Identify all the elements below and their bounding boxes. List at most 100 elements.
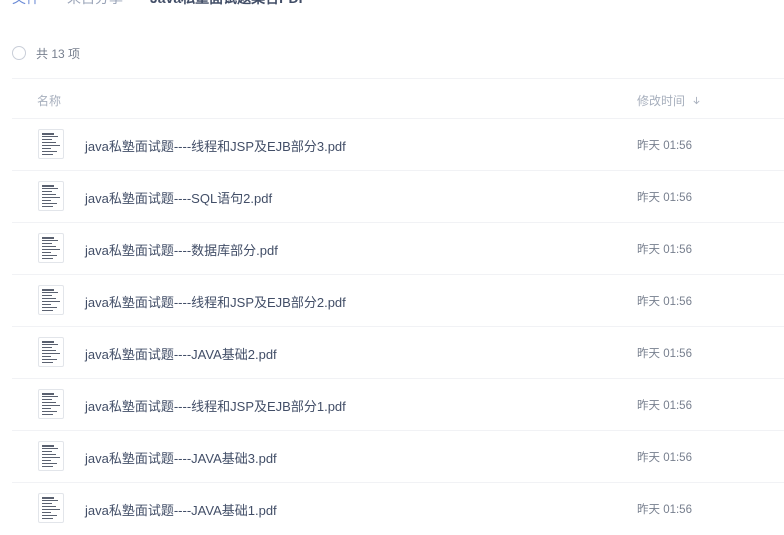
column-header-name[interactable]: 名称	[37, 92, 61, 109]
thumbnail-text-line	[42, 151, 57, 152]
file-modified-time: 昨天 01:56	[637, 400, 692, 412]
thumbnail-text-line	[42, 445, 54, 447]
file-row[interactable]: java私塾面试题----线程和JSP及EJB部分3.pdf 昨天 01:56	[12, 119, 784, 171]
thumbnail-text-line	[42, 457, 60, 458]
thumbnail-text-line	[42, 518, 53, 519]
thumbnail-text-line	[42, 142, 56, 143]
pdf-thumbnail-icon	[38, 389, 64, 419]
thumbnail-text-line	[42, 454, 56, 455]
thumbnail-text-line	[42, 185, 54, 187]
thumbnail-text-line	[42, 344, 58, 345]
thumbnail-text-line	[42, 206, 53, 207]
thumbnail-text-line	[42, 497, 54, 499]
thumbnail-text-line	[42, 255, 57, 256]
thumbnail-text-line	[42, 188, 58, 189]
file-row[interactable]: java私塾面试题----线程和JSP及EJB部分2.pdf 昨天 01:56	[12, 275, 784, 327]
thumbnail-text-line	[42, 393, 54, 395]
thumbnail-text-line	[42, 359, 57, 360]
thumbnail-text-line	[42, 460, 51, 461]
thumbnail-text-line	[42, 411, 57, 412]
pdf-thumbnail-icon	[38, 337, 64, 367]
pdf-thumbnail-icon	[38, 441, 64, 471]
pdf-thumbnail-icon	[38, 493, 64, 523]
file-modified-time: 昨天 01:56	[637, 244, 692, 256]
thumbnail-text-line	[42, 399, 52, 400]
file-name[interactable]: java私塾面试题----JAVA基础2.pdf	[85, 344, 277, 363]
thumbnail-text-line	[42, 451, 52, 452]
thumbnail-text-line	[42, 298, 56, 299]
thumbnail-text-line	[42, 295, 52, 296]
thumbnail-text-line	[42, 509, 60, 510]
pdf-thumbnail-icon	[38, 233, 64, 263]
thumbnail-text-line	[42, 402, 56, 403]
thumbnail-text-line	[42, 148, 51, 149]
breadcrumb-item-shared[interactable]: 来自分享	[67, 0, 123, 8]
thumbnail-text-line	[42, 506, 56, 507]
file-list-header: 名称 修改时间	[12, 78, 784, 119]
file-row[interactable]: java私塾面试题----SQL语句2.pdf 昨天 01:56	[12, 171, 784, 223]
file-row[interactable]: java私塾面试题----JAVA基础3.pdf 昨天 01:56	[12, 431, 784, 483]
breadcrumb-current-folder: Java私塾面试题集合PDF	[150, 0, 307, 8]
thumbnail-text-line	[42, 396, 58, 397]
file-name[interactable]: java私塾面试题----线程和JSP及EJB部分3.pdf	[85, 136, 346, 155]
thumbnail-text-line	[42, 414, 53, 415]
file-name[interactable]: java私塾面试题----JAVA基础3.pdf	[85, 448, 277, 467]
file-row[interactable]: java私塾面试题----JAVA基础1.pdf 昨天 01:56	[12, 483, 784, 535]
thumbnail-text-line	[42, 154, 53, 155]
thumbnail-text-line	[42, 347, 52, 348]
item-count: 共 13 项	[36, 46, 81, 61]
file-name[interactable]: java私塾面试题----线程和JSP及EJB部分2.pdf	[85, 292, 346, 311]
breadcrumb-separator: ›	[48, 0, 53, 4]
thumbnail-text-line	[42, 133, 54, 135]
thumbnail-text-line	[42, 240, 58, 241]
file-modified-time: 昨天 01:56	[637, 296, 692, 308]
thumbnail-text-line	[42, 512, 51, 513]
file-modified-time: 昨天 01:56	[637, 192, 692, 204]
thumbnail-text-line	[42, 292, 58, 293]
pdf-thumbnail-icon	[38, 129, 64, 159]
thumbnail-text-line	[42, 252, 51, 253]
thumbnail-text-line	[42, 243, 52, 244]
file-modified-time: 昨天 01:56	[637, 504, 692, 516]
thumbnail-text-line	[42, 194, 56, 195]
pdf-thumbnail-icon	[38, 181, 64, 211]
column-header-modified-label: 修改时间	[637, 94, 686, 108]
breadcrumb: 文件 › 来自分享 › Java私塾面试题集合PDF	[0, 0, 784, 12]
file-name[interactable]: java私塾面试题----线程和JSP及EJB部分1.pdf	[85, 396, 346, 415]
file-modified-time: 昨天 01:56	[637, 348, 692, 360]
file-modified-time: 昨天 01:56	[637, 452, 692, 464]
file-row[interactable]: java私塾面试题----JAVA基础2.pdf 昨天 01:56	[12, 327, 784, 379]
file-modified-time: 昨天 01:56	[637, 140, 692, 152]
file-row[interactable]: java私塾面试题----线程和JSP及EJB部分1.pdf 昨天 01:56	[12, 379, 784, 431]
pdf-thumbnail-icon	[38, 285, 64, 315]
thumbnail-text-line	[42, 307, 57, 308]
thumbnail-text-line	[42, 362, 53, 363]
thumbnail-text-line	[42, 191, 52, 192]
file-name[interactable]: java私塾面试题----JAVA基础1.pdf	[85, 500, 277, 519]
thumbnail-text-line	[42, 145, 60, 146]
thumbnail-text-line	[42, 405, 60, 406]
select-all-checkbox[interactable]	[12, 46, 26, 60]
thumbnail-text-line	[42, 258, 53, 259]
breadcrumb-item-files[interactable]: 文件	[12, 0, 40, 8]
thumbnail-text-line	[42, 304, 51, 305]
thumbnail-text-line	[42, 350, 56, 351]
chevron-down-icon[interactable]	[692, 96, 701, 105]
thumbnail-text-line	[42, 353, 60, 354]
thumbnail-text-line	[42, 289, 54, 291]
file-name[interactable]: java私塾面试题----数据库部分.pdf	[85, 240, 278, 259]
thumbnail-text-line	[42, 463, 57, 464]
column-header-modified[interactable]: 修改时间	[637, 92, 701, 109]
file-name[interactable]: java私塾面试题----SQL语句2.pdf	[85, 188, 272, 207]
thumbnail-text-line	[42, 301, 60, 302]
thumbnail-text-line	[42, 197, 60, 198]
file-row[interactable]: java私塾面试题----数据库部分.pdf 昨天 01:56	[12, 223, 784, 275]
thumbnail-text-line	[42, 515, 57, 516]
thumbnail-text-line	[42, 310, 53, 311]
thumbnail-text-line	[42, 139, 52, 140]
thumbnail-text-line	[42, 203, 57, 204]
thumbnail-text-line	[42, 408, 51, 409]
thumbnail-text-line	[42, 503, 52, 504]
thumbnail-text-line	[42, 341, 54, 343]
thumbnail-text-line	[42, 249, 60, 250]
